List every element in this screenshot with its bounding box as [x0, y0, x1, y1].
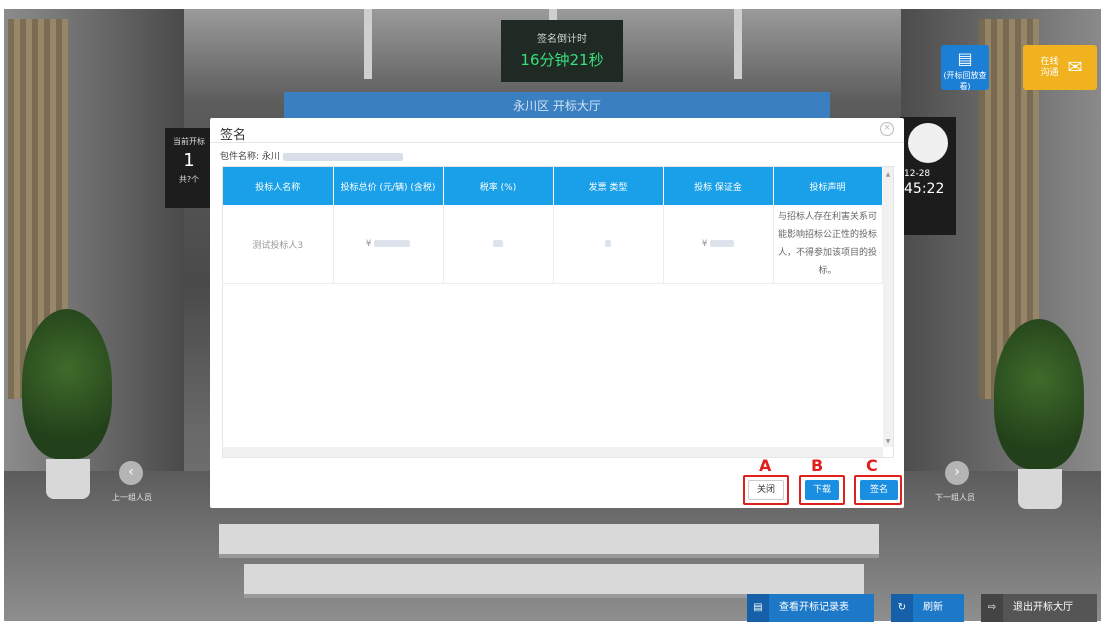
countdown-label: 签名倒计时 [537, 34, 587, 45]
total-price-cell: ¥ [333, 205, 444, 284]
column-header: 投标人名称 [223, 167, 334, 205]
current-bid-sub: 共?个 [178, 175, 200, 184]
desk-row [244, 564, 864, 598]
table-header: 投标人名称 投标总价 (元/辆) (含税) 税率 (%) 发票 类型 投标 保证… [223, 167, 883, 205]
dialog-title: 签名 [220, 128, 247, 143]
marker-c: C [866, 456, 878, 475]
view-records-label: 查看开标记录表 [779, 602, 849, 613]
deposit: ¥ [701, 239, 708, 249]
clock-date: 12-28 [904, 169, 931, 179]
right-pot [1018, 469, 1062, 509]
replay-label: (开标回放查看) [943, 71, 987, 91]
chevron-left-icon: ‹ [128, 464, 134, 480]
prev-group-label: 上一组人员 [112, 493, 152, 502]
column-header: 投标总价 (元/辆) (含税) [333, 167, 444, 205]
replay-button[interactable]: ▤ (开标回放查看) [941, 45, 989, 91]
current-bid-board: 当前开标 1 共?个 [165, 128, 213, 208]
total-price-redacted [374, 240, 411, 247]
invoice-type-cell [553, 205, 664, 284]
bid-table: 投标人名称 投标总价 (元/辆) (含税) 税率 (%) 发票 类型 投标 保证… [222, 166, 894, 458]
horizontal-scrollbar[interactable]: ◀ [223, 447, 883, 457]
exit-hall-button[interactable]: ⇨ 退出开标大厅 [981, 594, 1097, 622]
chat-label: 在线沟通 [1040, 56, 1059, 78]
left-pot [46, 459, 90, 499]
hall-banner: 永川区 开标大厅 [284, 92, 830, 120]
bidder-name: 测试投标人3 [252, 240, 304, 251]
bidder-name-cell: 测试投标人3 [223, 205, 334, 284]
scroll-left-icon[interactable]: ◀ [226, 457, 231, 458]
current-bid-label: 当前开标 [173, 137, 205, 146]
chevron-right-icon: › [954, 464, 960, 480]
refresh-icon: ↻ [891, 594, 913, 622]
invoice-type-redacted [605, 240, 611, 247]
ceiling-beam [734, 9, 742, 79]
deposit-redacted [710, 240, 735, 247]
prev-group-button[interactable]: ‹ [119, 461, 143, 485]
close-button[interactable]: 关闭 [748, 480, 784, 500]
column-header: 投标声明 [773, 167, 883, 205]
view-records-button[interactable]: ▤ 查看开标记录表 [747, 594, 874, 622]
total-price: ¥ [365, 239, 372, 249]
table-row: 测试投标人3 ¥ ¥ 与招标人存在利害关系可能影响招标公正性的投标人，不得参加该… [223, 205, 883, 284]
marker-b: B [811, 456, 824, 475]
desk-row [219, 524, 879, 558]
sign-dialog: 签名 × 包件名称: 永川 投标人名称 投标总价 (元/辆) (含税) 税率 (… [210, 118, 904, 508]
wall-clock: 12-28 45:22 [900, 117, 956, 235]
close-icon[interactable]: × [880, 122, 894, 136]
online-chat-button[interactable]: 在线沟通 ✉ [1023, 45, 1097, 90]
document-icon: ▤ [957, 49, 973, 68]
declaration-cell: 与招标人存在利害关系可能影响招标公正性的投标人，不得参加该项目的投标。 [773, 205, 883, 284]
current-bid-number: 1 [183, 150, 195, 171]
list-icon: ▤ [747, 594, 769, 622]
deposit-cell: ¥ [663, 205, 774, 284]
declaration-text: 与招标人存在利害关系可能影响招标公正性的投标人，不得参加该项目的投标。 [777, 212, 877, 276]
clock-face [908, 123, 948, 163]
next-group-label: 下一组人员 [935, 493, 975, 502]
sign-button[interactable]: 签名 [860, 480, 898, 500]
refresh-label: 刷新 [923, 602, 943, 613]
right-plant [994, 319, 1084, 469]
package-name-redacted [282, 152, 403, 161]
scroll-down-icon[interactable]: ▼ [883, 438, 893, 445]
next-group-button[interactable]: › [945, 461, 969, 485]
column-header: 税率 (%) [443, 167, 554, 205]
vertical-scrollbar[interactable]: ▲ ▼ [883, 167, 893, 447]
signature-countdown: 签名倒计时 16分钟21秒 [501, 20, 623, 82]
column-header: 投标 保证金 [663, 167, 774, 205]
countdown-value: 16分钟21秒 [520, 51, 604, 69]
tax-rate-cell [443, 205, 554, 284]
refresh-button[interactable]: ↻ 刷新 [891, 594, 964, 622]
exit-hall-label: 退出开标大厅 [1013, 602, 1073, 613]
ceiling-beam [364, 9, 372, 79]
package-name: 包件名称: 永川 [220, 149, 403, 162]
chat-icon: ✉ [1067, 57, 1083, 78]
exit-icon: ⇨ [981, 594, 1003, 622]
scroll-up-icon[interactable]: ▲ [883, 171, 893, 178]
title-divider [210, 142, 904, 143]
left-plant [22, 309, 112, 459]
marker-a: A [759, 456, 772, 475]
clock-time: 45:22 [904, 181, 945, 197]
download-button[interactable]: 下载 [805, 480, 839, 500]
column-header: 发票 类型 [553, 167, 664, 205]
tax-rate-redacted [493, 240, 503, 247]
package-label: 包件名称: 永川 [220, 152, 280, 162]
